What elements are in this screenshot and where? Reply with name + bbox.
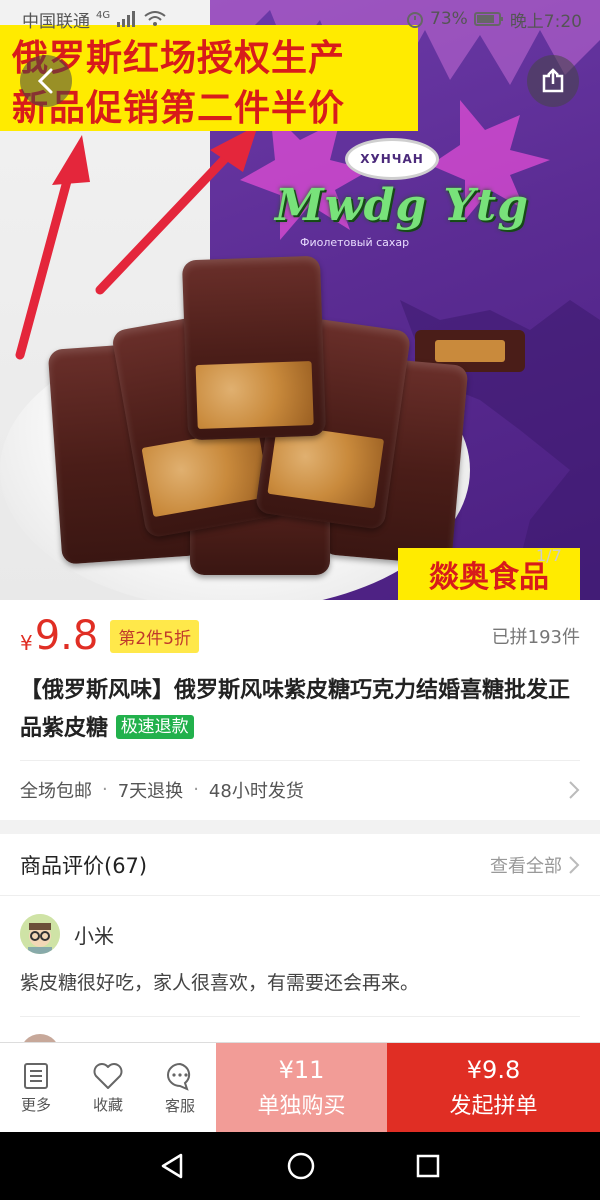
reviewer: 小米	[20, 914, 580, 954]
review-item: 小米 紫皮糖很好吃，家人很喜欢，有需要还会再来。	[0, 896, 600, 1016]
product-image[interactable]: ХУНЧАН Mwdg Ytg Фиолетовый сахар 俄罗斯红场授权…	[0, 0, 600, 600]
favorite-label: 收藏	[92, 1095, 123, 1114]
network-type: 4G	[96, 9, 111, 21]
refund-badge: 极速退款	[115, 715, 194, 739]
see-all-label: 查看全部	[490, 855, 562, 877]
nav-home-icon[interactable]	[286, 1151, 316, 1181]
brand-subtitle: Фиолетовый сахар	[300, 236, 410, 249]
group-buy-label: 发起拼单	[449, 1094, 538, 1119]
group-buy-button[interactable]: ¥9.8 发起拼单	[387, 1043, 600, 1133]
product-title-text: 【俄罗斯风味】俄罗斯风味紫皮糖巧克力结婚喜糖批发正品紫皮糖	[20, 678, 571, 741]
service-label: 客服	[164, 1096, 195, 1115]
battery-percent: 73%	[430, 9, 468, 29]
battery-icon	[473, 12, 503, 26]
favorite-button[interactable]: 收藏	[72, 1043, 144, 1133]
service-item: 48小时发货	[208, 780, 304, 802]
nav-back-icon[interactable]	[159, 1152, 187, 1180]
service-item: 7天退换	[117, 780, 184, 802]
avatar	[20, 914, 60, 954]
image-page-indicator: 1/7	[536, 546, 562, 565]
back-icon	[37, 68, 53, 94]
promo-tag: 第2件5折	[110, 619, 199, 653]
signal-icon	[117, 11, 136, 27]
share-button[interactable]	[527, 55, 579, 107]
separator-dot: ·	[102, 779, 108, 800]
customer-service-button[interactable]: 客服	[144, 1043, 216, 1133]
reviews-title: 商品评价(67)	[20, 853, 148, 878]
review-text: 紫皮糖很好吃，家人很喜欢，有需要还会再来。	[20, 972, 420, 994]
buy-alone-price: ¥11	[278, 1056, 325, 1084]
price-value: 9.8	[34, 613, 99, 659]
reviews-header: 商品评价(67) 查看全部	[0, 834, 600, 896]
buy-alone-label: 单独购买	[257, 1094, 346, 1119]
chevron-right-icon	[569, 780, 580, 799]
chevron-right-icon	[569, 855, 580, 874]
group-buy-price: ¥9.8	[466, 1056, 521, 1084]
price-row: ¥ 9.8 第2件5折 已拼193件	[0, 600, 600, 672]
buy-alone-button[interactable]: ¥11 单独购买	[216, 1043, 387, 1133]
service-item: 全场包邮	[20, 780, 92, 802]
product-title: 【俄罗斯风味】俄罗斯风味紫皮糖巧克力结婚喜糖批发正品紫皮糖 极速退款	[20, 672, 580, 748]
heart-icon	[93, 1062, 123, 1089]
more-button[interactable]: 更多	[0, 1043, 72, 1133]
more-icon	[24, 1062, 48, 1089]
bottom-action-bar: 更多 收藏 客服 ¥11 单独购买 ¥9.8 发起拼单	[0, 1042, 600, 1133]
more-label: 更多	[20, 1095, 51, 1114]
review-divider	[20, 1016, 580, 1017]
back-button[interactable]	[20, 55, 72, 107]
red-arrows	[15, 125, 258, 360]
sold-count: 已拼193件	[491, 627, 580, 648]
separator-dot: ·	[193, 779, 199, 800]
brand-name: Mwdg Ytg	[275, 180, 529, 231]
status-bar: 中国联通 4G 73% 晚上7:20	[0, 0, 600, 38]
clock: 晚上7:20	[509, 11, 582, 32]
wifi-icon	[144, 11, 166, 26]
reviewer-name: 小米	[74, 923, 114, 948]
section-divider	[0, 820, 600, 834]
brand-logo: ХУНЧАН	[345, 138, 439, 180]
carrier-label: 中国联通	[22, 11, 90, 32]
see-all-reviews-link[interactable]: 查看全部	[490, 852, 580, 878]
service-guarantees[interactable]: 全场包邮 · 7天退换 · 48小时发货	[20, 760, 580, 818]
nav-recent-icon[interactable]	[415, 1153, 441, 1179]
product-page: ХУНЧАН Mwdg Ytg Фиолетовый сахар 俄罗斯红场授权…	[0, 0, 600, 1200]
share-icon	[542, 68, 564, 93]
price-currency: ¥	[20, 631, 33, 655]
system-nav-bar	[0, 1132, 600, 1200]
chat-icon	[167, 1062, 191, 1091]
alarm-icon	[407, 12, 424, 28]
